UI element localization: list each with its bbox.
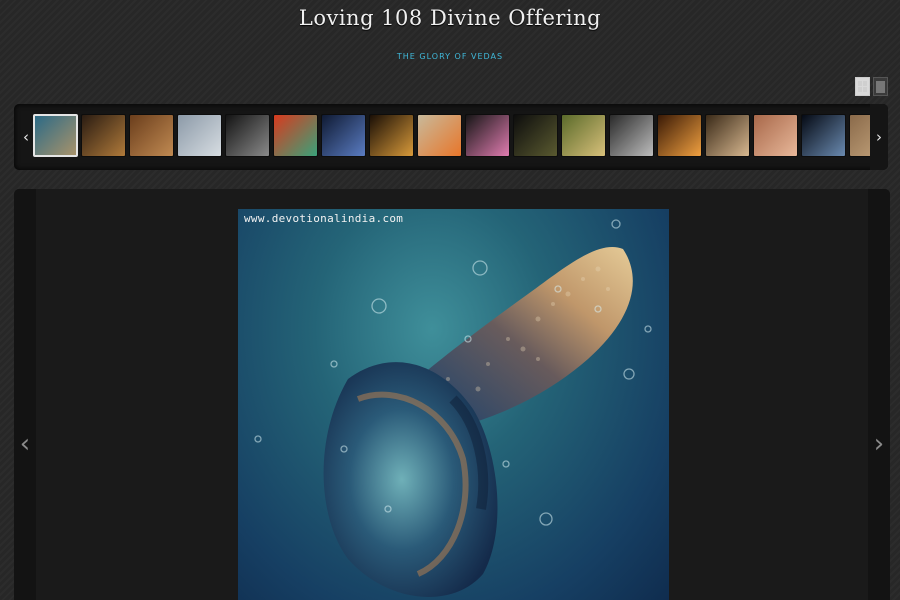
thumbnail-painting-brown[interactable] [129,114,174,157]
thumbnail-list [33,114,888,157]
thumbnail-golden-idol[interactable] [369,114,414,157]
next-image-button[interactable]: › [868,429,890,459]
single-view-button[interactable] [873,77,888,96]
single-view-icon [876,80,885,93]
viewer-right-edge [868,189,890,600]
thumbnail-lotus[interactable] [465,114,510,157]
site-title: Loving 108 Divine Offering [298,6,602,30]
thumbnail-yoga-field[interactable] [561,114,606,157]
thumbnail-filmstrip: ‹ › [14,104,888,170]
image-watermark: www.devotionalindia.com [244,212,404,225]
thumbnail-dark-ghat[interactable] [225,114,270,157]
main-photo: www.devotionalindia.com [238,209,669,600]
thumbnail-temple-colorful[interactable] [273,114,318,157]
view-toggle [855,77,888,96]
thumbnail-deity-dark[interactable] [81,114,126,157]
filmstrip-next-button[interactable]: › [870,104,888,170]
thumbnail-shiva-blue[interactable] [321,114,366,157]
site-subtitle: THE GLORY OF VEDAS [396,52,504,61]
filmstrip-prev-button[interactable]: ‹ [17,104,35,170]
thumbnail-shankh[interactable] [33,114,78,157]
previous-image-button[interactable]: ‹ [14,429,36,459]
viewer-left-edge [14,189,36,600]
grid-view-button[interactable] [855,77,870,96]
thumbnail-river-sunrise[interactable] [753,114,798,157]
thumbnail-ganga-aarti[interactable] [705,114,750,157]
thumbnail-monks-orange[interactable] [417,114,462,157]
thumbnail-sky-clouds[interactable] [177,114,222,157]
shankh-conch-image [254,219,652,597]
thumbnail-meditation-dusk[interactable] [513,114,558,157]
thumbnail-moon-night[interactable] [801,114,846,157]
image-viewer: ‹ › www.devotionalindia.com [14,189,890,600]
thumbnail-lamp-sunset[interactable] [657,114,702,157]
thumbnail-hands-prayer[interactable] [609,114,654,157]
grid-view-icon [858,81,867,92]
